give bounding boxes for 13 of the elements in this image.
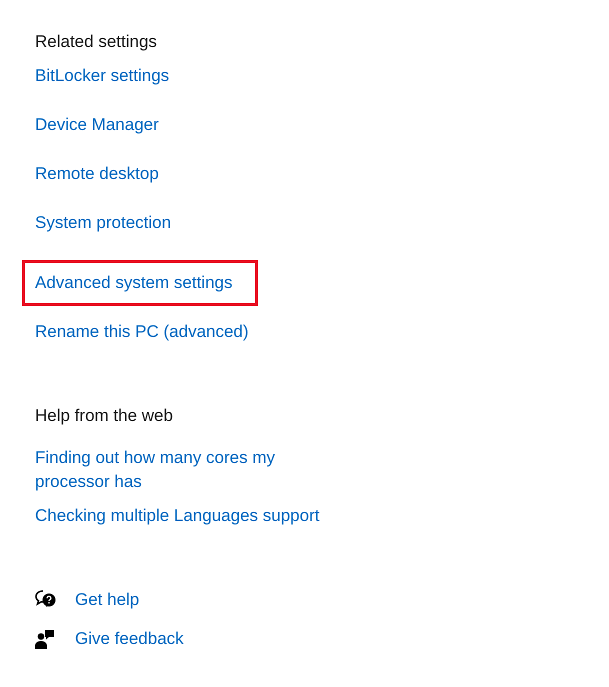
- help-link[interactable]: Checking multiple Languages support: [35, 504, 335, 528]
- section-heading: Help from the web: [35, 405, 174, 427]
- settings-link[interactable]: Device Manager: [35, 113, 159, 137]
- action-link[interactable]: Get help: [75, 588, 140, 612]
- settings-link[interactable]: Remote desktop: [35, 162, 159, 186]
- settings-link[interactable]: BitLocker settings: [35, 64, 170, 88]
- settings-link[interactable]: Rename this PC (advanced): [35, 320, 249, 344]
- action-link[interactable]: Give feedback: [75, 627, 184, 651]
- settings-link[interactable]: System protection: [35, 211, 172, 235]
- section-heading: Related settings: [35, 31, 158, 53]
- person-speech-icon: [35, 629, 55, 649]
- help-link[interactable]: Finding out how many cores my processor has: [35, 446, 335, 494]
- settings-link[interactable]: Advanced system settings: [35, 271, 232, 295]
